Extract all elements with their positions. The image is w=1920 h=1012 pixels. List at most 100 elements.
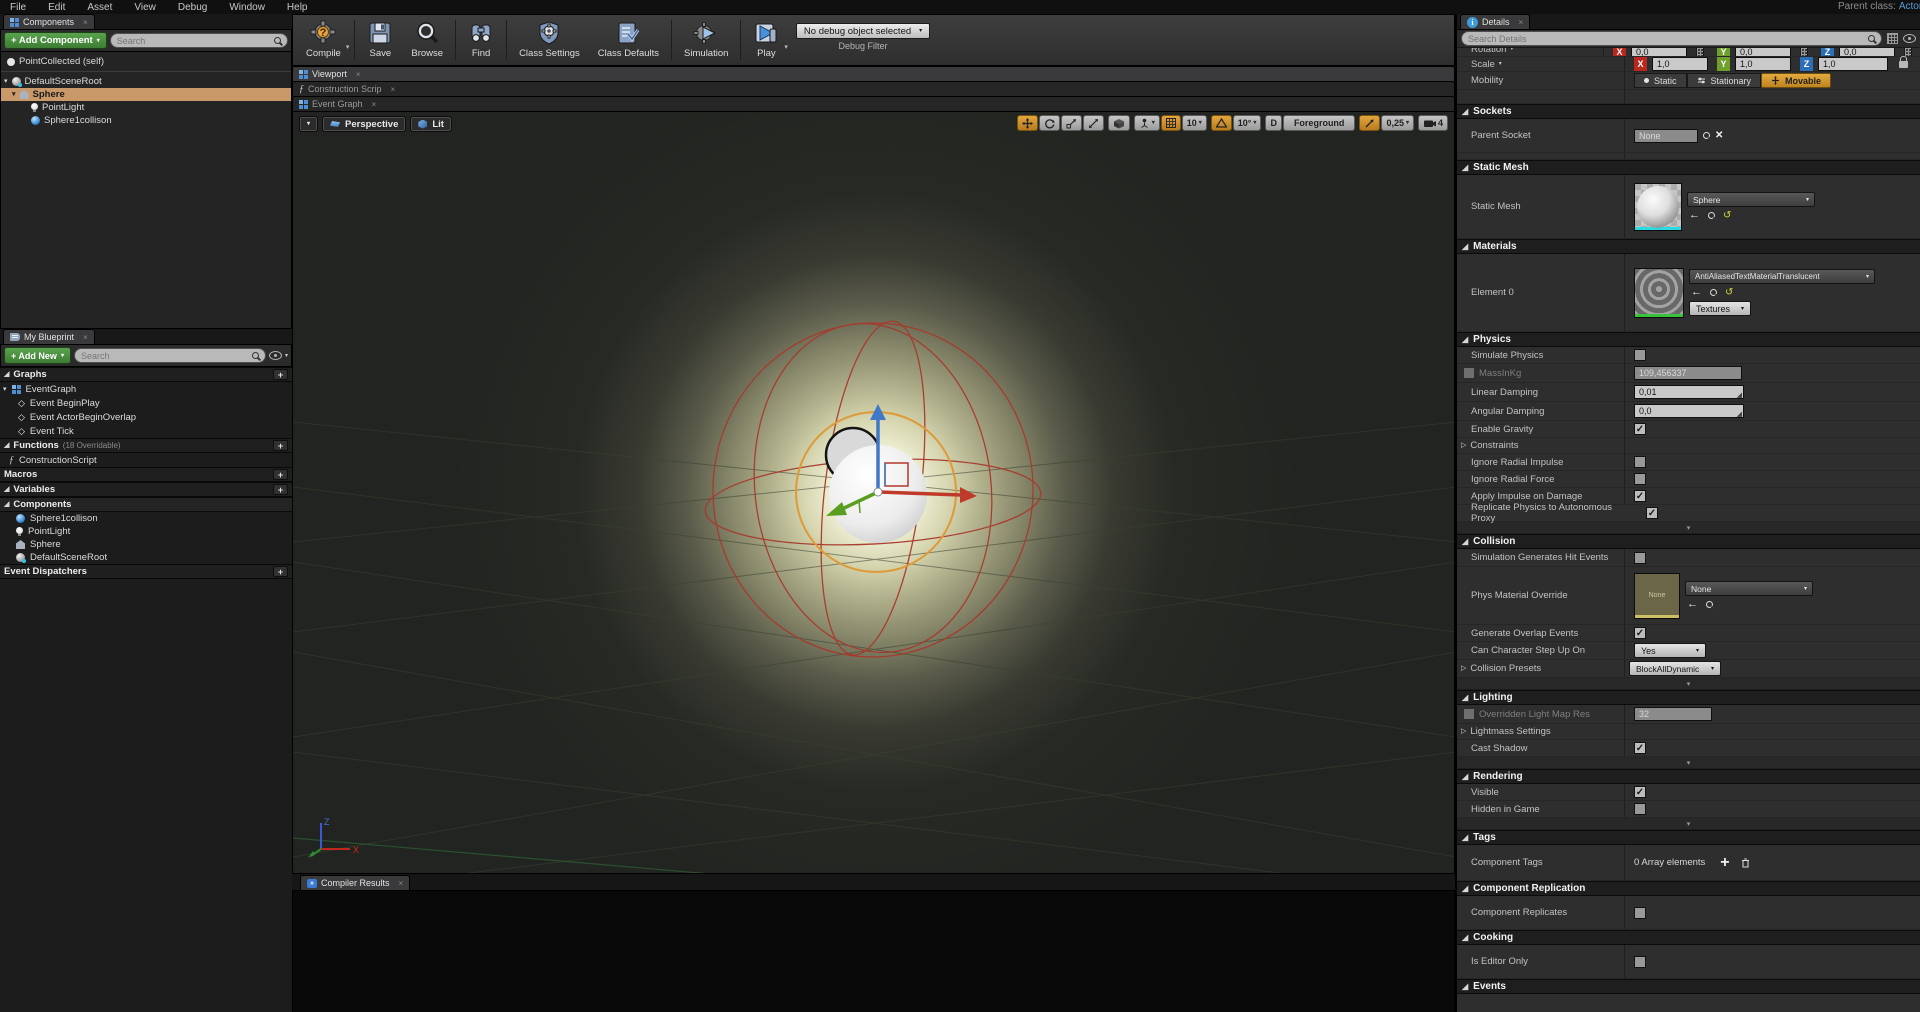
- clear-socket-icon[interactable]: ✕: [1715, 130, 1723, 141]
- use-selected-icon[interactable]: ←: [1687, 599, 1698, 610]
- browse-to-asset-icon[interactable]: [1706, 601, 1713, 608]
- close-icon[interactable]: ×: [356, 70, 361, 79]
- expand-icon[interactable]: ▾: [12, 91, 16, 98]
- rotation-snap-toggle[interactable]: [1210, 115, 1232, 131]
- use-selected-icon[interactable]: ←: [1689, 210, 1700, 221]
- viewport-canvas[interactable]: Z X: [293, 112, 1455, 874]
- myblueprint-search-input[interactable]: [80, 350, 248, 361]
- menu-window[interactable]: Window: [229, 2, 265, 13]
- browse-to-asset-icon[interactable]: [1708, 212, 1715, 219]
- rendering-expander[interactable]: ▾: [1457, 818, 1920, 830]
- expand-icon[interactable]: ▷: [1461, 665, 1466, 672]
- viewport-3d[interactable]: Z X ▾ Perspective Lit ▾ 10 ▾ 10° ▾ D For…: [292, 111, 1455, 874]
- tree-item-sphere1collison[interactable]: Sphere1collison: [1, 114, 291, 127]
- grid-snap-toggle[interactable]: [1160, 115, 1181, 131]
- phys-material-dropdown[interactable]: None ▾: [1685, 581, 1813, 596]
- rotation-y-field[interactable]: 0,0: [1735, 48, 1791, 56]
- add-new-button[interactable]: + Add New ▾: [4, 347, 71, 364]
- menu-help[interactable]: Help: [287, 2, 308, 13]
- menu-view[interactable]: View: [134, 2, 156, 13]
- hit-events-checkbox[interactable]: [1634, 551, 1646, 564]
- compiler-results-body[interactable]: [292, 891, 1455, 1012]
- static-mesh-dropdown[interactable]: Sphere ▾: [1687, 192, 1815, 207]
- bp-component-sphere[interactable]: Sphere: [0, 538, 292, 551]
- tree-item-self[interactable]: PointCollected (self): [1, 55, 291, 68]
- bp-component-defaultsceneroot[interactable]: DefaultSceneRoot: [0, 551, 292, 564]
- variables-header[interactable]: ◢ Variables +: [0, 482, 292, 497]
- class-settings-button[interactable]: Class Settings: [510, 18, 589, 64]
- ignore-radial-force-checkbox[interactable]: [1634, 473, 1646, 485]
- play-options-caret[interactable]: ▾: [784, 43, 788, 51]
- events-section-header[interactable]: ◢ Events: [1457, 979, 1920, 994]
- display-filter-icon[interactable]: [1903, 34, 1916, 43]
- scale-x-field[interactable]: 1,0: [1652, 57, 1708, 71]
- chevron-down-icon[interactable]: ▾: [1499, 61, 1502, 67]
- trash-icon[interactable]: [1741, 858, 1750, 868]
- scale-snap-value[interactable]: 0,25 ▾: [1381, 115, 1414, 131]
- play-button[interactable]: Play: [744, 18, 788, 64]
- components-search[interactable]: [109, 33, 288, 48]
- lock-icon[interactable]: [1899, 55, 1908, 68]
- tab-compiler-results[interactable]: » Compiler Results ×: [300, 875, 411, 890]
- event-beginplay-item[interactable]: ◇ Event BeginPlay: [0, 396, 292, 410]
- sockets-section-header[interactable]: ◢ Sockets: [1457, 104, 1920, 119]
- socket-search-icon[interactable]: [1703, 132, 1710, 139]
- myblueprint-search[interactable]: [73, 348, 266, 363]
- angular-damping-field[interactable]: 0,0 ◢: [1634, 404, 1744, 418]
- replicate-physics-checkbox[interactable]: ✓: [1646, 507, 1658, 519]
- expand-icon[interactable]: ▷: [1461, 442, 1466, 449]
- menu-file[interactable]: File: [10, 2, 26, 13]
- tree-item-pointlight[interactable]: PointLight: [1, 101, 291, 114]
- property-matrix-icon[interactable]: [1887, 33, 1898, 44]
- component-replication-section-header[interactable]: ◢ Component Replication: [1457, 881, 1920, 896]
- surface-snap-button[interactable]: ▾: [1133, 115, 1160, 131]
- close-icon[interactable]: ×: [399, 879, 404, 888]
- cooking-section-header[interactable]: ◢ Cooking: [1457, 930, 1920, 945]
- simulate-physics-checkbox[interactable]: [1634, 349, 1646, 361]
- collision-expander[interactable]: ▾: [1457, 678, 1920, 690]
- scale-z-field[interactable]: 1,0: [1818, 57, 1888, 71]
- ignore-radial-impulse-checkbox[interactable]: [1634, 456, 1646, 468]
- lighting-section-header[interactable]: ◢ Lighting: [1457, 690, 1920, 705]
- free-transform-button[interactable]: [1082, 115, 1104, 131]
- details-search[interactable]: [1461, 31, 1882, 46]
- visible-checkbox[interactable]: ✓: [1634, 786, 1646, 798]
- bp-components-header[interactable]: ◢ Components: [0, 497, 292, 512]
- bp-component-sphere1collison[interactable]: Sphere1collison: [0, 512, 292, 525]
- parent-socket-field[interactable]: None: [1634, 128, 1698, 143]
- functions-header[interactable]: ◢ Functions (18 Overridable) +: [0, 438, 292, 453]
- expand-icon[interactable]: ▾: [4, 78, 8, 85]
- physics-section-header[interactable]: ◢ Physics: [1457, 332, 1920, 347]
- tab-components[interactable]: Components ×: [3, 14, 95, 29]
- expand-icon[interactable]: ▷: [1461, 728, 1466, 735]
- reset-icon[interactable]: ↺: [1723, 210, 1731, 221]
- materials-section-header[interactable]: ◢ Materials: [1457, 239, 1920, 254]
- browse-button[interactable]: Browse: [402, 18, 452, 64]
- close-icon[interactable]: ×: [83, 333, 88, 342]
- add-component-button[interactable]: + Add Component ▾: [4, 32, 107, 49]
- find-button[interactable]: Find: [459, 18, 503, 64]
- add-function-button[interactable]: +: [273, 440, 288, 451]
- close-icon[interactable]: ×: [372, 100, 377, 109]
- reset-icon[interactable]: ↺: [1725, 287, 1733, 298]
- tree-item-sphere[interactable]: ▾ Sphere: [1, 88, 291, 101]
- add-dispatcher-button[interactable]: +: [273, 566, 288, 577]
- material-dropdown[interactable]: AntiAliasedTextMaterialTranslucent ▾: [1689, 269, 1875, 284]
- eventgraph-item[interactable]: ▾ EventGraph: [0, 382, 292, 396]
- simulation-button[interactable]: Simulation: [675, 18, 737, 64]
- add-variable-button[interactable]: +: [273, 484, 288, 495]
- constructionscript-item[interactable]: ƒ ConstructionScript: [0, 453, 292, 467]
- rotation-x-field[interactable]: 0,0: [1631, 48, 1687, 56]
- grid-snap-value[interactable]: 10 ▾: [1181, 115, 1207, 131]
- static-mesh-section-header[interactable]: ◢ Static Mesh: [1457, 160, 1920, 175]
- layer-snap-value[interactable]: Foreground: [1282, 115, 1356, 131]
- scale-snap-toggle[interactable]: [1359, 115, 1381, 131]
- menu-debug[interactable]: Debug: [178, 2, 207, 13]
- static-mesh-thumbnail[interactable]: [1634, 182, 1682, 231]
- tree-item-defaultsceneroot[interactable]: ▾ DefaultSceneRoot: [1, 75, 291, 88]
- layer-snap-button[interactable]: D: [1265, 115, 1282, 131]
- tab-viewport[interactable]: Viewport ×: [292, 66, 1455, 81]
- close-icon[interactable]: ×: [391, 85, 396, 94]
- bp-component-pointlight[interactable]: PointLight: [0, 525, 292, 538]
- visibility-filter-icon[interactable]: [268, 351, 282, 360]
